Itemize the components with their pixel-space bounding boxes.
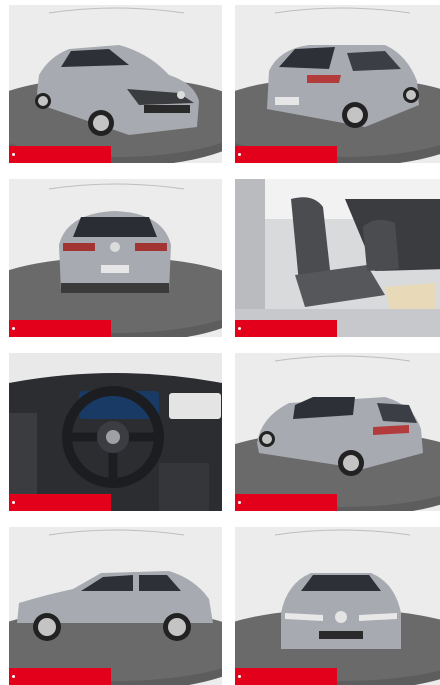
photo-badge xyxy=(235,146,337,163)
car-front-left-image xyxy=(9,5,222,163)
badge-dot-icon xyxy=(12,327,15,330)
photo-badge xyxy=(235,320,337,337)
photo-badge xyxy=(9,320,111,337)
badge-dot-icon xyxy=(12,501,15,504)
badge-dot-icon xyxy=(238,501,241,504)
badge-dot-icon xyxy=(12,675,15,678)
badge-dot-icon xyxy=(238,153,241,156)
badge-dot-icon xyxy=(12,153,15,156)
gallery-photo-front-left[interactable] xyxy=(9,5,222,163)
photo-gallery xyxy=(0,0,440,685)
photo-badge xyxy=(9,146,111,163)
interior-seats-image xyxy=(235,179,440,337)
gallery-photo-rear-left[interactable] xyxy=(235,353,440,511)
gallery-photo-front[interactable] xyxy=(235,527,440,685)
car-side-profile-image xyxy=(9,527,222,685)
photo-badge xyxy=(235,668,337,685)
badge-dot-icon xyxy=(238,327,241,330)
badge-dot-icon xyxy=(238,675,241,678)
car-front-image xyxy=(235,527,440,685)
car-rear-left-image xyxy=(235,353,440,511)
dashboard-image xyxy=(9,353,222,511)
gallery-photo-interior-seats[interactable] xyxy=(235,179,440,337)
photo-badge xyxy=(235,494,337,511)
photo-badge xyxy=(9,494,111,511)
gallery-photo-dashboard[interactable] xyxy=(9,353,222,511)
gallery-photo-rear[interactable] xyxy=(9,179,222,337)
car-rear-image xyxy=(9,179,222,337)
photo-badge xyxy=(9,668,111,685)
car-rear-right-image xyxy=(235,5,440,163)
gallery-photo-rear-right[interactable] xyxy=(235,5,440,163)
gallery-photo-side-profile[interactable] xyxy=(9,527,222,685)
